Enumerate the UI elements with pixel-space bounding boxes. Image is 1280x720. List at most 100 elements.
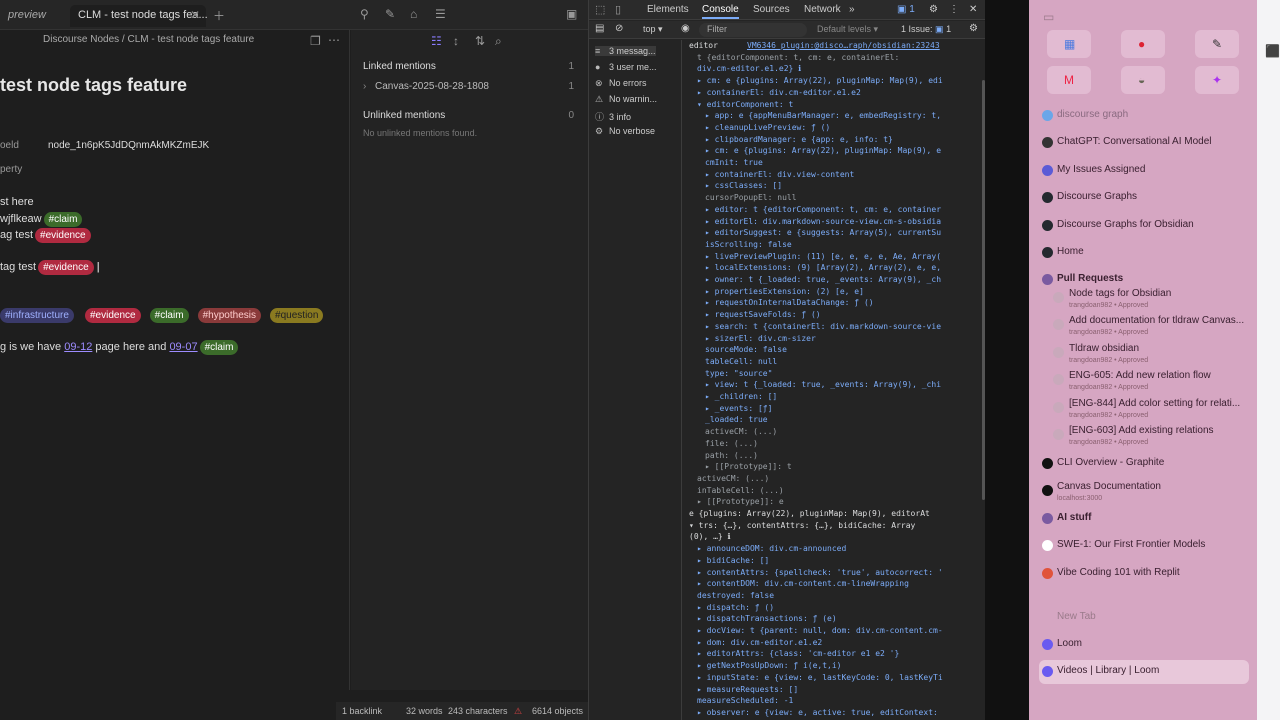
log-level-item[interactable]: ● 3 user me...	[595, 62, 657, 72]
console-line[interactable]: ▸ editor: t {editorComponent: t, cm: e, …	[705, 204, 941, 216]
console-line[interactable]: ▸ editorAttrs: {class: 'cm-editor e1 e2 …	[697, 648, 899, 660]
console-line[interactable]: activeCM: (...)	[697, 473, 769, 485]
console-line[interactable]: ▸ _children: []	[705, 391, 777, 403]
console-output[interactable]: editor VM6346 plugin:@disco…raph/obsidia…	[683, 40, 983, 720]
tag-infrastructure[interactable]: #infrastructure	[0, 308, 74, 323]
close-devtools-icon[interactable]: ✕	[969, 4, 977, 15]
console-line[interactable]: ▸ inputState: e {view: e, lastKeyCode: 0…	[697, 672, 943, 684]
property-value[interactable]: node_1n6pK5JdDQnmAkMKZmEJK	[48, 140, 209, 151]
tag-question[interactable]: #question	[270, 308, 324, 323]
backlink-count[interactable]: 1 backlink	[342, 706, 382, 716]
tab-sources[interactable]: Sources	[753, 4, 790, 15]
context-select[interactable]: top ▾	[643, 24, 663, 35]
pinned-favorite[interactable]: ◒	[1121, 66, 1165, 94]
console-line[interactable]: ▾ trs: {…}, contentAttrs: {…}, bidiCache…	[689, 520, 915, 532]
extension-icon[interactable]: ⬛	[1265, 44, 1280, 58]
console-line[interactable]: ▸ requestSaveFolds: ƒ ()	[705, 309, 821, 321]
sidebar-toggle-icon[interactable]: ▣	[566, 7, 577, 21]
tab-item[interactable]: ChatGPT: Conversational AI Model	[1039, 131, 1249, 155]
settings-icon[interactable]: ⚙	[929, 4, 938, 15]
folder-item[interactable]: AI stuff	[1039, 507, 1249, 531]
console-line[interactable]: ▸ getNextPosUpDown: ƒ i(e,t,i)	[697, 660, 842, 672]
list-icon[interactable]: ☰	[435, 7, 446, 21]
sort-icon[interactable]: ⇅	[475, 34, 485, 48]
console-line[interactable]: ▸ announceDOM: div.cm-announced	[697, 543, 846, 555]
pinned-favorite[interactable]: ✎	[1195, 30, 1239, 58]
tag-claim[interactable]: #claim	[199, 340, 239, 355]
console-line[interactable]: e {plugins: Array(22), pluginMap: Map(9)…	[689, 508, 930, 520]
pinned-favorite[interactable]: ✦	[1195, 66, 1239, 94]
levels-select[interactable]: Default levels ▾	[817, 24, 878, 35]
tab-item[interactable]: My Issues Assigned	[1039, 159, 1249, 183]
console-line[interactable]: ▸ cm: e {plugins: Array(22), pluginMap: …	[705, 145, 941, 157]
console-line[interactable]: ▸ [[Prototype]]: e	[697, 496, 784, 508]
console-line[interactable]: ▸ containerEl: div.cm-editor.e1.e2	[697, 87, 861, 99]
console-line[interactable]: ▸ search: t {containerEl: div.markdown-s…	[705, 321, 941, 333]
tag-evidence[interactable]: #evidence	[84, 308, 141, 323]
tag-icon[interactable]: ⌂	[410, 7, 417, 21]
tab-item[interactable]: Tldraw obsidian trangdoan982 • Approved	[1039, 341, 1249, 365]
sync-icon[interactable]: ⚠	[514, 706, 522, 717]
more-tabs-icon[interactable]: »	[849, 4, 855, 15]
source-link[interactable]: VM6346 plugin:@disco…raph/obsidian:23243	[747, 40, 940, 52]
message-badge[interactable]: ▣ 1	[897, 4, 915, 15]
add-property[interactable]: perty	[0, 164, 22, 175]
console-line[interactable]: _loaded: true	[705, 414, 768, 426]
eye-icon[interactable]: ◉	[681, 23, 690, 34]
tab-item[interactable]: ENG-605: Add new relation flow trangdoan9…	[1039, 368, 1249, 392]
clear-icon[interactable]: ⊘	[615, 23, 623, 34]
tab-item[interactable]: Node tags for Obsidian trangdoan982 • App…	[1039, 286, 1249, 310]
log-level-item[interactable]: ≡ 3 messag...	[595, 46, 656, 56]
tag-evidence[interactable]: #evidence	[35, 228, 91, 243]
log-level-item[interactable]: ⚙ No verbose	[595, 126, 655, 137]
console-line[interactable]: ▸ _events: [ƒ]	[705, 403, 772, 415]
linked-item[interactable]: Canvas-2025-08-28-1808	[375, 81, 489, 92]
tab-preview[interactable]: preview	[0, 5, 54, 27]
console-line[interactable]: ▾ editorComponent: t	[697, 99, 793, 111]
tab-console[interactable]: Console	[702, 4, 739, 19]
console-line[interactable]: ▸ docView: t {parent: null, dom: div.cm-…	[697, 625, 943, 637]
console-line[interactable]: isScrolling: false	[705, 239, 792, 251]
console-line[interactable]: ▸ view: t {_loaded: true, _events: Array…	[705, 379, 941, 391]
linked-mentions-title[interactable]: Linked mentions	[363, 61, 436, 72]
tab-item[interactable]: New Tab	[1039, 606, 1249, 630]
console-line[interactable]: ▸ requestOnInternalDataChange: ƒ ()	[705, 297, 874, 309]
tab-item[interactable]: SWE-1: Our First Frontier Models	[1039, 534, 1249, 558]
log-level-item[interactable]: ⓘ 3 info	[595, 110, 631, 123]
chevron-right-icon[interactable]: ›	[363, 81, 366, 92]
console-line[interactable]: ▸ measureRequests: []	[697, 684, 798, 696]
console-line[interactable]: destroyed: false	[697, 590, 774, 602]
console-line[interactable]: ▸ bidiCache: []	[697, 555, 769, 567]
close-tab-icon[interactable]: ✕	[190, 8, 200, 22]
console-line[interactable]: cursorPopupEl: null	[705, 192, 797, 204]
more-icon[interactable]: ⋮	[949, 4, 959, 15]
sidebar-icon[interactable]: ▤	[595, 23, 604, 34]
console-line[interactable]: ▸ dom: div.cm-editor.e1.e2	[697, 637, 822, 649]
tab-elements[interactable]: Elements	[647, 4, 689, 15]
console-line[interactable]: ▸ contentDOM: div.cm-content.cm-lineWrap…	[697, 578, 909, 590]
new-tab-icon[interactable]: ＋	[213, 7, 225, 24]
more-options-icon[interactable]: ⋯	[328, 33, 340, 47]
list-view-icon[interactable]: ☷	[431, 34, 442, 48]
tab-item[interactable]: Videos | Library | Loom	[1039, 660, 1249, 684]
issues-link[interactable]: 1 Issue: ▣ 1	[901, 24, 951, 35]
console-line[interactable]: cmInit: true	[705, 157, 763, 169]
console-line[interactable]: ▸ localExtensions: (9) [Array(2), Array(…	[705, 262, 941, 274]
search-icon[interactable]: ⌕	[495, 34, 502, 49]
console-line[interactable]: tableCell: null	[705, 356, 777, 368]
console-line[interactable]: ▸ containerEl: div.view-content	[705, 169, 854, 181]
unlinked-mentions-title[interactable]: Unlinked mentions	[363, 110, 445, 121]
tag-claim[interactable]: #claim	[43, 212, 83, 227]
console-line[interactable]: (0), …} ℹ	[689, 531, 731, 543]
console-line[interactable]: ▸ sizerEl: div.cm-sizer	[705, 333, 816, 345]
inspect-icon[interactable]: ⬚	[595, 3, 605, 16]
tag-claim[interactable]: #claim	[149, 308, 189, 323]
console-line[interactable]: t {editorComponent: t, cm: e, containerE…	[697, 52, 899, 64]
tab-item[interactable]: Loom	[1039, 633, 1249, 657]
console-line[interactable]: ▸ cm: e {plugins: Array(22), pluginMap: …	[697, 75, 943, 87]
log-level-item[interactable]: ⚠ No warnin...	[595, 94, 657, 105]
console-line[interactable]: path: (...)	[705, 450, 758, 462]
tab-item[interactable]: Discourse Graphs for Obsidian	[1039, 214, 1249, 238]
device-icon[interactable]: ▯	[615, 3, 621, 16]
tab-item[interactable]: Add documentation for tldraw Canvas... tr…	[1039, 313, 1249, 337]
